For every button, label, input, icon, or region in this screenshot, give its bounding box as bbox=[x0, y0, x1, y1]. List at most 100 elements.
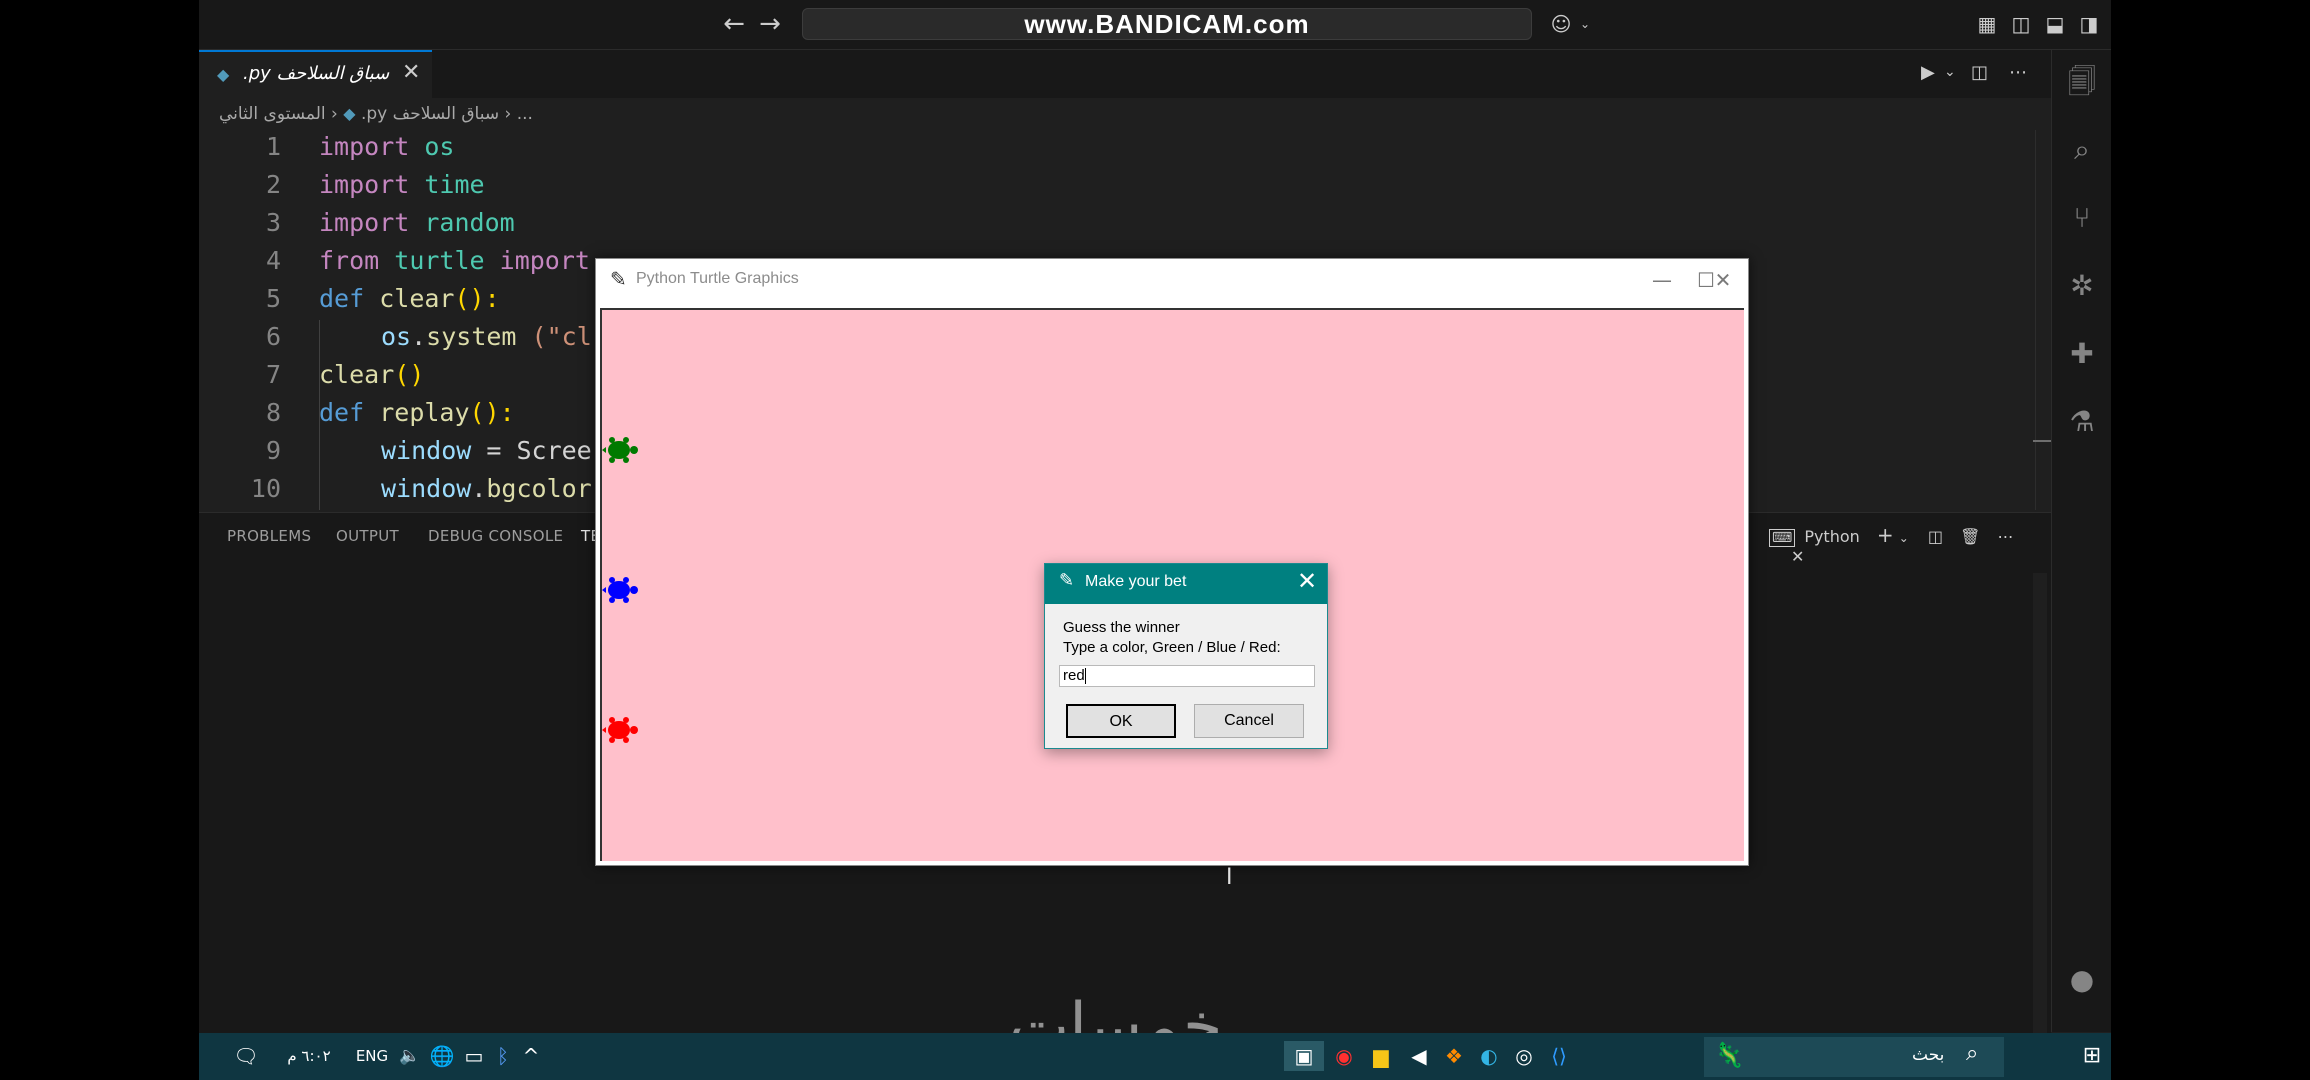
code-line: import os bbox=[319, 128, 454, 166]
tab-problems[interactable]: PROBLEMS bbox=[227, 527, 311, 545]
speaker-app-icon[interactable]: ◀ bbox=[1404, 1041, 1434, 1071]
close-icon[interactable]: ✕ bbox=[402, 60, 420, 85]
app-icon[interactable]: ❖ bbox=[1439, 1041, 1469, 1071]
bet-dialog: ✎ Make your bet ✕ Guess the winner Type … bbox=[1044, 563, 1328, 749]
code-punct: () bbox=[394, 360, 425, 389]
function-name: clear bbox=[319, 360, 395, 389]
code-rest: = Scree bbox=[471, 436, 592, 465]
turtle-window-titlebar[interactable]: ✎ Python Turtle Graphics — ☐ ✕ bbox=[596, 259, 1748, 303]
toggle-secondary-sidebar-icon[interactable]: ◨ bbox=[2077, 12, 2101, 36]
more-actions-icon[interactable]: ⋯ bbox=[1998, 527, 2014, 546]
feather-icon: ✎ bbox=[610, 267, 627, 291]
code-punct: (): bbox=[454, 284, 500, 313]
tab-output[interactable]: OUTPUT bbox=[336, 527, 399, 545]
terminal-name[interactable]: Python bbox=[1804, 527, 1859, 546]
files-icon[interactable]: 🗐 bbox=[2052, 62, 2111, 102]
minimize-icon[interactable]: — bbox=[1642, 265, 1682, 295]
string: ("cl bbox=[516, 322, 592, 351]
breadcrumb-file[interactable]: .py سباق السلاحف bbox=[361, 104, 499, 124]
edge-icon[interactable]: ◐ bbox=[1474, 1041, 1504, 1071]
variable: window bbox=[381, 436, 472, 465]
turtle-canvas: ✎ Make your bet ✕ Guess the winner Type … bbox=[600, 308, 1744, 861]
bluetooth-icon[interactable]: ᛒ bbox=[491, 1041, 515, 1071]
split-editor-icon[interactable]: ◫ bbox=[1971, 62, 1988, 83]
run-icon[interactable]: ▶ bbox=[1921, 62, 1935, 83]
cancel-button[interactable]: Cancel bbox=[1194, 704, 1304, 738]
bet-input[interactable]: red bbox=[1059, 665, 1315, 687]
more-actions-icon[interactable]: ⋯ bbox=[2009, 62, 2027, 83]
toggle-panel-icon[interactable]: ⬓ bbox=[2043, 12, 2067, 36]
tab-debug-console[interactable]: DEBUG CONSOLE bbox=[428, 527, 563, 545]
copilot-icon[interactable]: ☺ bbox=[1549, 12, 1573, 36]
forward-arrow-icon[interactable]: → bbox=[755, 10, 785, 38]
layout-customize-icon[interactable]: ▦ bbox=[1975, 12, 1999, 36]
function-name: clear bbox=[379, 284, 455, 313]
line-number: 3 bbox=[265, 208, 281, 237]
editor-scrollbar[interactable] bbox=[2035, 130, 2050, 510]
text-cursor-icon: I bbox=[1226, 865, 1233, 890]
app-icon[interactable]: ▣ bbox=[1284, 1041, 1324, 1071]
testing-icon[interactable]: ⚗ bbox=[2052, 402, 2111, 442]
notifications-icon[interactable]: 🗨 bbox=[231, 1041, 261, 1071]
line-number: 9 bbox=[265, 436, 281, 465]
code-line: import random bbox=[319, 204, 515, 242]
variable: window bbox=[381, 474, 472, 503]
keyword: from bbox=[319, 246, 380, 275]
battery-icon[interactable]: ▭ bbox=[459, 1041, 489, 1071]
bandicam-record-icon[interactable]: ◉ bbox=[1329, 1041, 1359, 1071]
command-center[interactable]: www.BANDICAM.com bbox=[802, 8, 1532, 40]
chevron-up-icon[interactable]: ^ bbox=[519, 1041, 543, 1071]
scrollbar-marker bbox=[2033, 440, 2051, 442]
close-window-icon[interactable]: ✕ bbox=[1703, 265, 1743, 295]
code-line: window.bgcolor bbox=[381, 474, 592, 503]
line-number: 5 bbox=[265, 284, 281, 313]
keyword: import bbox=[499, 246, 590, 275]
chevron-down-icon[interactable]: ⌄ bbox=[1944, 64, 1956, 80]
chevron-down-icon[interactable]: ⌄ bbox=[1899, 531, 1909, 545]
file-explorer-icon[interactable]: ▆ bbox=[1364, 1041, 1398, 1071]
keyword: import bbox=[319, 132, 410, 161]
python-file-icon: ◆ bbox=[343, 104, 356, 123]
extensions-icon[interactable]: ✚ bbox=[2052, 334, 2111, 374]
split-terminal-icon[interactable]: ◫ bbox=[1928, 527, 1943, 546]
ok-button[interactable]: OK bbox=[1066, 704, 1176, 738]
code-line: clear() bbox=[319, 356, 424, 394]
code-line: def replay(): bbox=[319, 394, 515, 432]
volume-icon[interactable]: 🔈 bbox=[395, 1041, 425, 1071]
breadcrumb-more[interactable]: ... bbox=[517, 104, 533, 124]
taskbar-search[interactable]: 🦎 بحث ⌕ bbox=[1704, 1037, 2004, 1077]
account-icon[interactable]: ● bbox=[2052, 960, 2111, 1000]
breadcrumb-folder[interactable]: المستوى الثاني bbox=[219, 104, 326, 124]
windows-start-icon[interactable]: ⊞ bbox=[2077, 1041, 2107, 1071]
activity-bar: 🗐 ⌕ ⑂ ✲ ✚ ⚗ ● bbox=[2051, 50, 2111, 1032]
terminal-controls: ⌨ Python + ⌄ ◫ 🗑 ⋯ ✕ bbox=[1769, 523, 2051, 566]
search-icon[interactable]: ⌕ bbox=[2052, 130, 2111, 170]
panel-scrollbar[interactable] bbox=[2033, 573, 2047, 1033]
editor-tab-bar: ◆ .py سباق السلاحف ✕ ▶ ⌄ ◫ ⋯ bbox=[199, 50, 2051, 98]
clock[interactable]: ٦:٠٢ م bbox=[274, 1041, 344, 1071]
add-terminal-icon[interactable]: + bbox=[1877, 523, 1894, 547]
indent-guide bbox=[319, 320, 320, 510]
dialog-titlebar[interactable]: ✎ Make your bet ✕ bbox=[1045, 564, 1327, 604]
settings-icon[interactable]: ◎ bbox=[1509, 1041, 1539, 1071]
code-line: window = Scree bbox=[381, 432, 592, 470]
toggle-sidebar-icon[interactable]: ◫ bbox=[2009, 12, 2033, 36]
close-icon[interactable]: ✕ bbox=[1297, 567, 1317, 595]
trash-icon[interactable]: 🗑 bbox=[1960, 527, 1980, 546]
network-icon[interactable]: 🌐 bbox=[427, 1041, 457, 1071]
close-icon[interactable]: ✕ bbox=[1791, 547, 1804, 566]
turtle-graphics-window: ✎ Python Turtle Graphics — ☐ ✕ ✎ Make yo… bbox=[595, 258, 1749, 866]
turtle-red bbox=[602, 717, 638, 743]
code-line: from turtle import bbox=[319, 242, 590, 280]
code-line: def clear(): bbox=[319, 280, 500, 318]
language-indicator[interactable]: ENG bbox=[349, 1041, 395, 1071]
vscode-icon[interactable]: ⟨⟩ bbox=[1544, 1041, 1574, 1071]
back-arrow-icon[interactable]: ← bbox=[719, 10, 749, 38]
code-line: import time bbox=[319, 166, 485, 204]
run-debug-icon[interactable]: ✲ bbox=[2052, 266, 2111, 306]
function-name: bgcolor bbox=[486, 474, 592, 503]
chevron-down-icon[interactable]: ⌄ bbox=[1573, 12, 1597, 36]
source-control-icon[interactable]: ⑂ bbox=[2052, 198, 2111, 238]
editor-tab[interactable]: ◆ .py سباق السلاحف ✕ bbox=[199, 50, 432, 98]
line-number: 1 bbox=[265, 132, 281, 161]
